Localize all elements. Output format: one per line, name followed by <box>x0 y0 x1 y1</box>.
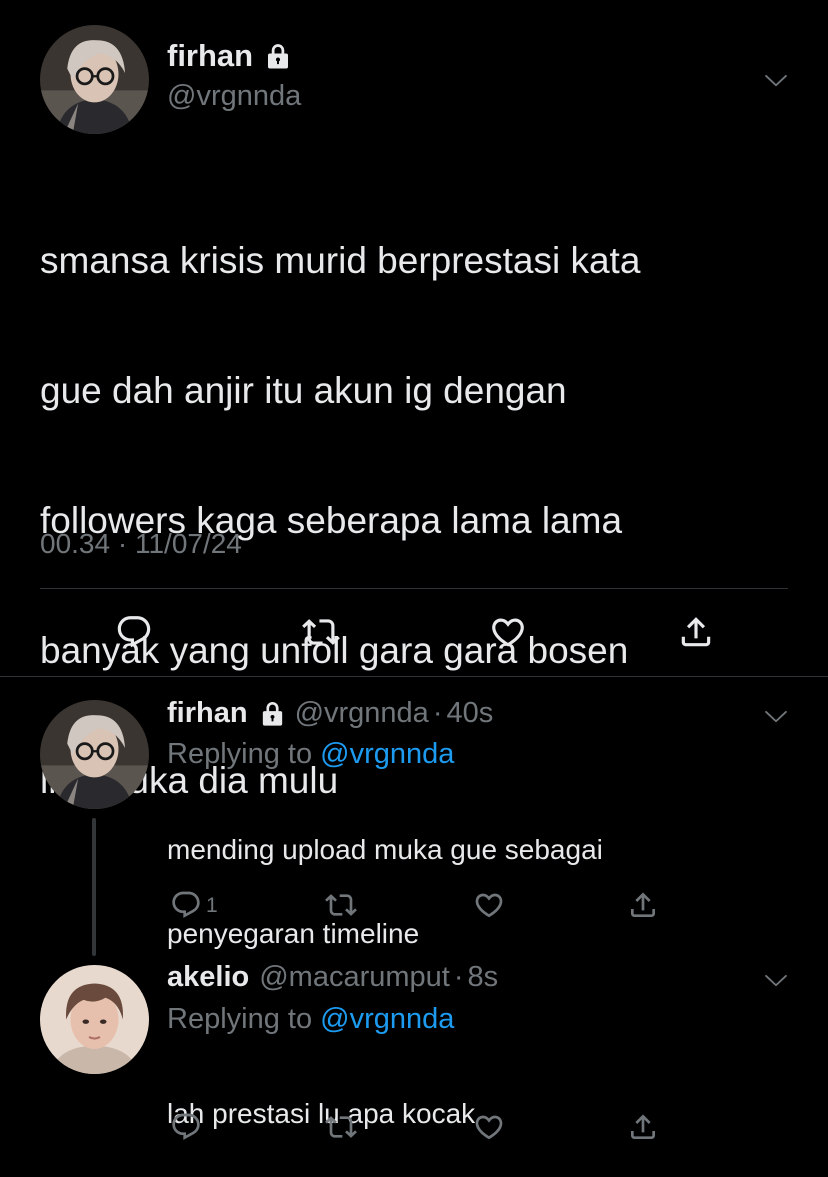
avatar[interactable] <box>40 700 149 809</box>
replying-to-label: Replying to <box>167 1003 313 1035</box>
handle[interactable]: @vrgnnda <box>295 697 429 730</box>
reply-line: lah prestasi lu apa kocak <box>167 1098 476 1129</box>
avatar[interactable] <box>40 965 149 1074</box>
reply-icon[interactable] <box>114 612 154 652</box>
share-icon[interactable] <box>626 888 660 922</box>
lock-icon <box>258 699 287 728</box>
reply-header: firhan @vrgnnda · 40s <box>167 697 493 730</box>
display-name[interactable]: akelio <box>167 961 249 994</box>
reply-icon[interactable] <box>169 888 203 922</box>
replying-to-handle[interactable]: @vrgnnda <box>320 738 454 770</box>
reply-age[interactable]: 8s <box>468 961 499 994</box>
reply-icon[interactable] <box>169 1110 203 1144</box>
chevron-down-icon[interactable] <box>760 700 792 732</box>
heart-icon[interactable] <box>472 888 506 922</box>
retweet-icon[interactable] <box>324 1110 358 1144</box>
handle[interactable]: @macarumput <box>259 961 450 994</box>
avatar[interactable] <box>40 25 149 134</box>
replying-to-label: Replying to <box>167 738 313 770</box>
replying-to: Replying to @vrgnnda <box>167 1003 454 1036</box>
reply-text: lah prestasi lu apa kocak <box>167 1051 767 1177</box>
tweet-line: gue dah anjir itu akun ig dengan <box>40 370 567 411</box>
retweet-icon[interactable] <box>301 612 341 652</box>
chevron-down-icon[interactable] <box>760 64 792 96</box>
tweet-time: 00.34 <box>40 528 111 559</box>
display-name[interactable]: firhan <box>167 697 248 730</box>
reply-age[interactable]: 40s <box>446 697 493 730</box>
separator: · <box>117 528 128 559</box>
replying-to: Replying to @vrgnnda <box>167 738 454 771</box>
handle[interactable]: @vrgnnda <box>167 80 301 113</box>
heart-icon[interactable] <box>472 1110 506 1144</box>
author-info: firhan @vrgnnda <box>167 38 301 113</box>
divider <box>0 676 828 677</box>
separator: · <box>432 697 443 729</box>
heart-icon[interactable] <box>488 612 528 652</box>
share-icon[interactable] <box>626 1110 660 1144</box>
timestamp[interactable]: 00.34 · 11/07/24 <box>40 528 242 560</box>
tweet-line: smansa krisis murid berprestasi kata <box>40 240 641 281</box>
reply-count: 1 <box>206 894 218 917</box>
thread-line <box>92 818 96 956</box>
separator: · <box>453 961 464 993</box>
retweet-icon[interactable] <box>324 888 358 922</box>
divider <box>40 588 788 589</box>
reply-line: mending upload muka gue sebagai <box>167 834 603 865</box>
replying-to-handle[interactable]: @vrgnnda <box>320 1003 454 1035</box>
lock-icon <box>263 41 293 71</box>
reply-header: akelio @macarumput · 8s <box>167 961 498 994</box>
chevron-down-icon[interactable] <box>760 964 792 996</box>
tweet-date: 11/07/24 <box>134 528 242 559</box>
display-name[interactable]: firhan <box>167 38 253 74</box>
reply-line: penyegaran timeline <box>167 918 420 949</box>
share-icon[interactable] <box>676 612 716 652</box>
